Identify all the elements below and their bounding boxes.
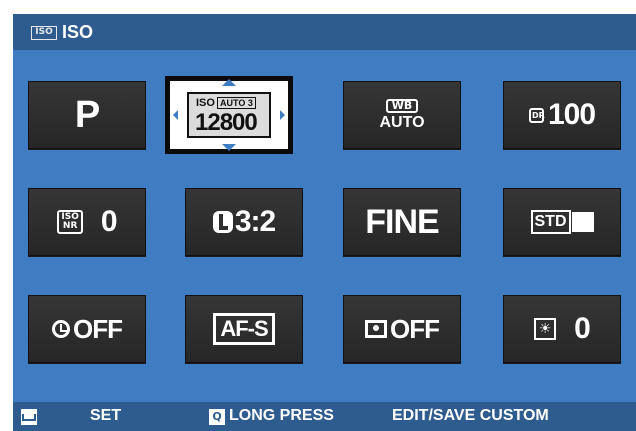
arrow-left-icon (173, 110, 178, 120)
image-size-value: 3:2 (234, 205, 276, 238)
tile-noise-reduction[interactable]: ISO NR 0 (28, 188, 146, 256)
q-button-icon: Q (209, 409, 225, 425)
arrow-down-icon (222, 144, 236, 151)
help-bar: SET Q LONG PRESS EDIT/SAVE CUSTOM (13, 402, 636, 431)
arrow-up-icon (222, 79, 236, 86)
tile-film-simulation[interactable]: STD (503, 188, 621, 256)
set-icon (21, 409, 37, 425)
tile-face-detection[interactable]: OFF (343, 295, 461, 363)
tile-shooting-mode[interactable]: P (28, 81, 146, 149)
film-sim-value: STD (530, 210, 571, 234)
nr-label-bottom: NR (62, 221, 78, 231)
wb-label: WB (385, 98, 419, 113)
af-mode-value: AF-S (213, 313, 275, 345)
timer-value: OFF (73, 313, 123, 344)
shooting-mode-value: P (74, 93, 100, 136)
iso-nr-icon: ISO NR (57, 210, 83, 234)
brightness-value: 0 (574, 312, 591, 345)
tile-lcd-brightness[interactable]: ☀ 0 (503, 295, 621, 363)
face-detect-value: OFF (390, 313, 440, 344)
header-bar: ISO ISO (13, 14, 636, 50)
brightness-icon: ☀ (534, 318, 557, 340)
iso-auto-badge: AUTO 3 (217, 97, 256, 109)
tile-white-balance[interactable]: WB AUTO (343, 81, 461, 149)
wb-value: AUTO (379, 113, 425, 131)
tile-dynamic-range[interactable]: DR 100 (503, 81, 621, 149)
tile-self-timer[interactable]: OFF (28, 295, 146, 363)
set-label: SET (90, 407, 122, 424)
long-press-label: LONG PRESS (229, 407, 334, 424)
iso-value: 12800 (195, 109, 258, 136)
arrow-right-icon (280, 110, 285, 120)
tile-image-quality[interactable]: FINE (343, 188, 461, 256)
tile-af-mode[interactable]: AF-S (185, 295, 303, 363)
film-sim-icon: STD (530, 210, 594, 234)
iso-label: ISO (196, 97, 215, 109)
iso-icon: ISO (31, 26, 57, 40)
quick-menu-screen: ISO ISO P ISO AUTO 3 12800 WB AUTO DR 10… (13, 14, 636, 431)
dr-icon: DR (528, 107, 545, 123)
large-size-icon (212, 211, 233, 233)
quality-value: FINE (365, 202, 439, 241)
page-title: ISO (62, 22, 94, 42)
dr-value: 100 (547, 98, 596, 131)
iso-display: ISO AUTO 3 12800 (187, 92, 271, 138)
nr-value: 0 (100, 205, 118, 238)
tile-iso[interactable]: ISO AUTO 3 12800 (170, 79, 288, 151)
edit-save-label: EDIT/SAVE CUSTOM (392, 407, 549, 424)
face-detect-icon (365, 320, 387, 338)
tile-image-size[interactable]: 3:2 (185, 188, 303, 256)
timer-icon (52, 320, 70, 338)
